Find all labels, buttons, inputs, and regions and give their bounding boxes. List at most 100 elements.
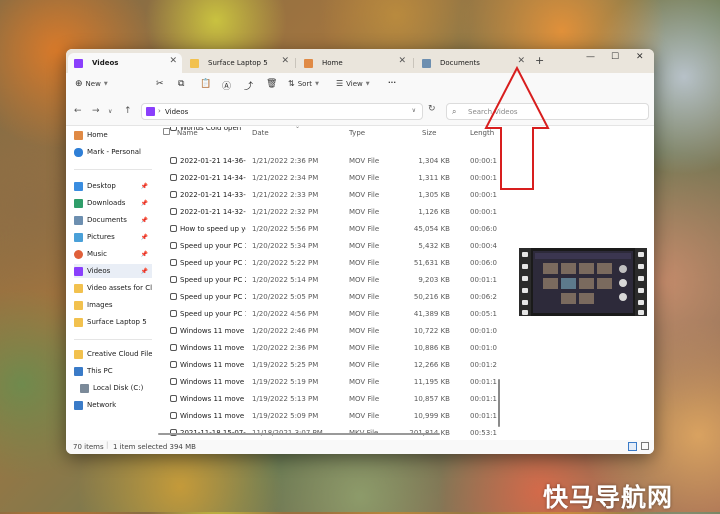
cell-name: Windows 11 move t... (180, 344, 246, 352)
cell-length: 00:53:17 (470, 429, 497, 437)
cell-name: Speed up your PC 3 (180, 259, 246, 267)
file-row[interactable]: Speed up your PC 1 1/20/2022 4:56 PM MOV F… (152, 306, 497, 323)
cell-name: Windows 11 move s... (180, 378, 246, 386)
file-row[interactable]: Windows 11 move t...1/20/2022 2:36 PMMOV… (152, 340, 497, 357)
file-row[interactable]: Windows 11 move s...1/19/2022 5:19 PMMOV… (152, 374, 497, 391)
window-close-icon[interactable]: ✕ (636, 52, 644, 62)
sidebar-item-label: Music (87, 250, 107, 258)
horizontal-scrollbar[interactable] (158, 433, 440, 435)
search-box[interactable]: ⌕ Search Videos (446, 103, 649, 120)
cell-name: How to speed up yo (180, 225, 246, 233)
up-icon[interactable]: ↑ (124, 106, 132, 116)
cell-length: 00:01:09 (470, 344, 497, 352)
tiles-view-icon[interactable] (641, 442, 649, 450)
breadcrumb-location: Videos (165, 108, 189, 116)
copy-icon[interactable]: ⧉ (178, 79, 184, 89)
view-button[interactable]: ☰ View ▼ (336, 79, 370, 88)
video-file-icon (170, 361, 177, 368)
back-icon[interactable]: ← (74, 106, 82, 116)
sidebar-item-pictures[interactable]: Pictures 📌 (74, 230, 152, 244)
sidebar-item-creative-cloud[interactable]: › Creative Cloud Files (74, 347, 152, 361)
video-file-icon (170, 412, 177, 419)
new-tab-button[interactable]: + (535, 54, 544, 67)
home-icon (304, 58, 313, 68)
video-file-icon (170, 276, 177, 283)
sidebar-item-local-disk[interactable]: › Local Disk (C:) (80, 381, 152, 395)
cell-date: 1/19/2022 5:19 PM (252, 378, 319, 386)
sidebar-divider (74, 339, 152, 340)
cell-date: 1/21/2022 2:36 PM (252, 157, 319, 165)
file-row[interactable]: Speed up your PC 3 ...1/20/2022 5:34 PMM… (152, 238, 497, 255)
address-bar[interactable]: › Videos ∨ (141, 103, 423, 120)
file-row[interactable]: Windows 11 move s...1/19/2022 5:25 PMMOV… (152, 357, 497, 374)
sidebar-item-music[interactable]: Music 📌 (74, 247, 152, 261)
selection-info: 1 item selected 394 MB (113, 443, 196, 451)
navigation-pane: Home › Mark - Personal Desktop 📌 Downloa… (66, 126, 152, 440)
sort-icon: ⇅ (288, 79, 295, 88)
refresh-icon[interactable]: ↻ (428, 104, 436, 114)
cell-length: 00:01:23 (470, 361, 497, 369)
sidebar-item-desktop[interactable]: Desktop 📌 (74, 179, 152, 193)
tab-documents[interactable]: Documents ✕ (416, 53, 530, 73)
cut-icon[interactable]: ✂ (156, 79, 164, 89)
minimize-icon[interactable]: — (586, 52, 595, 62)
vertical-scrollbar[interactable] (498, 379, 500, 427)
sidebar-item-home[interactable]: Home (74, 128, 152, 142)
close-icon[interactable]: ✕ (281, 56, 289, 66)
close-icon[interactable]: ✕ (398, 56, 406, 66)
file-row[interactable]: Windows 11 move S...1/19/2022 5:09 PMMOV… (152, 408, 497, 425)
tab-surface-laptop-5[interactable]: Surface Laptop 5 ✕ (184, 53, 294, 73)
cell-length: 00:01:15 (470, 276, 497, 284)
sidebar-item-this-pc[interactable]: ⌄ This PC (74, 364, 152, 378)
close-icon[interactable]: ✕ (169, 56, 177, 66)
sidebar-item-videos[interactable]: Videos 📌 (74, 264, 152, 278)
sidebar-item-downloads[interactable]: Downloads 📌 (74, 196, 152, 210)
tab-videos[interactable]: Videos ✕ (68, 53, 182, 73)
delete-icon[interactable]: 🗑 (266, 79, 277, 89)
file-row[interactable]: 2022-01-21 14-36-451/21/2022 2:36 PMMOV … (152, 153, 497, 170)
downloads-icon (74, 198, 83, 208)
file-row[interactable]: Windows 11 move s...1/19/2022 5:13 PMMOV… (152, 391, 497, 408)
sort-button[interactable]: ⇅ Sort ▼ (288, 79, 319, 88)
watermark-text: 快马导航网 (543, 483, 674, 512)
recent-dropdown-icon[interactable]: ∨ (108, 108, 112, 115)
chevron-down-icon[interactable]: ∨ (412, 107, 416, 114)
video-file-icon (170, 378, 177, 385)
new-button[interactable]: ⊕ New ▼ (75, 79, 108, 89)
paste-icon[interactable]: 📋 (200, 79, 211, 89)
chevron-down-icon[interactable]: ⌄ (74, 368, 76, 375)
tab-divider (295, 58, 296, 68)
cell-name: Windows 11 move s... (180, 395, 246, 403)
desktop-icon (74, 181, 83, 191)
file-row[interactable]: 2022-01-21 14-32-181/21/2022 2:32 PMMOV … (152, 204, 497, 221)
videos-icon (74, 58, 83, 68)
sidebar-item-images[interactable]: Images (74, 298, 152, 312)
sidebar-item-surface-laptop-5[interactable]: Surface Laptop 5 (74, 315, 152, 329)
file-row[interactable]: 2022-01-21 14-34-561/21/2022 2:34 PMMOV … (152, 170, 497, 187)
video-file-icon (170, 395, 177, 402)
file-row[interactable]: Speed up your PC 2 1/20/2022 5:05 PM MOV F… (152, 289, 497, 306)
file-row[interactable]: Worlds Cold open (152, 127, 497, 135)
tab-label: Surface Laptop 5 (208, 59, 268, 67)
sidebar-item-network[interactable]: › Network (74, 398, 152, 412)
forward-icon[interactable]: → (92, 106, 100, 116)
sidebar-item-documents[interactable]: Documents 📌 (74, 213, 152, 227)
file-row[interactable]: Windows 11 move s...1/20/2022 2:46 PMMOV… (152, 323, 497, 340)
file-row[interactable]: 2022-01-21 14-33-311/21/2022 2:33 PMMOV … (152, 187, 497, 204)
cell-date: 1/20/2022 5:05 PM (252, 293, 319, 301)
sidebar-item-video-assets[interactable]: Video assets for Cli (74, 281, 152, 295)
rename-icon[interactable]: Ⓐ (222, 79, 231, 92)
maximize-icon[interactable]: ☐ (611, 52, 619, 62)
file-row[interactable]: Speed up your PC 3 1/20/2022 5:22 PM MOV F… (152, 255, 497, 272)
cell-length: 00:06:00 (470, 225, 497, 233)
details-view-icon[interactable] (628, 442, 637, 451)
cell-size: 9,203 KB (418, 276, 450, 284)
close-icon[interactable]: ✕ (517, 56, 525, 66)
share-icon[interactable]: ⤴ (244, 79, 253, 92)
file-row[interactable]: Speed up your PC 2 d... 1/20/2022 5:14 PM… (152, 272, 497, 289)
more-options-button[interactable]: ··· (388, 79, 396, 87)
tab-home[interactable]: Home ✕ (298, 53, 411, 73)
tab-bar: Videos ✕ Surface Laptop 5 ✕ Home ✕ Docum… (66, 49, 654, 73)
file-row[interactable]: How to speed up yo 1/20/2022 5:56 PM MOV F… (152, 221, 497, 238)
sidebar-item-mark-personal[interactable]: › Mark - Personal (74, 145, 152, 159)
